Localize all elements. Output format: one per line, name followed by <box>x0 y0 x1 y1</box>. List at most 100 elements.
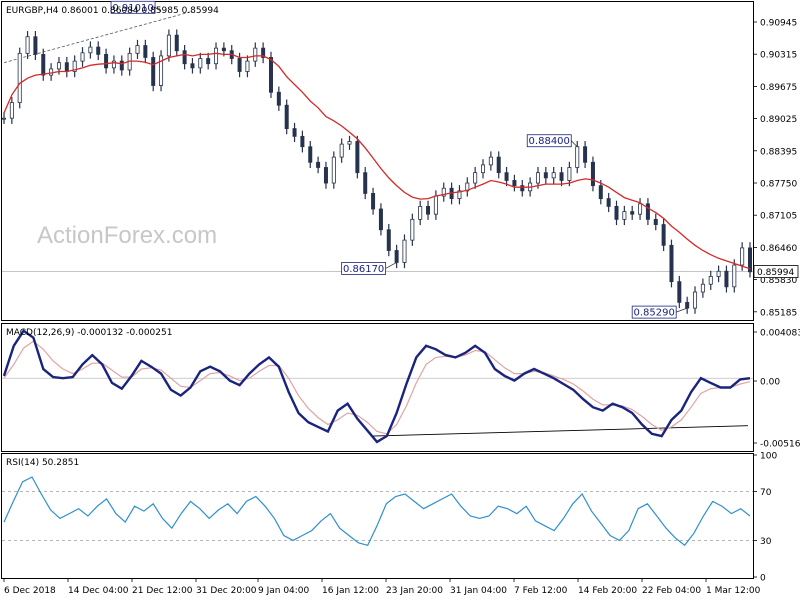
price-candle <box>245 55 250 78</box>
candle-body <box>473 172 478 184</box>
price-candle <box>41 48 46 81</box>
macd-series-layer <box>2 329 753 444</box>
rsi-axis-label: 100 <box>760 452 777 462</box>
candle-body <box>33 36 38 55</box>
price-candle <box>457 185 462 205</box>
price-candle <box>323 161 328 189</box>
price-candle <box>653 213 658 231</box>
price-candle <box>174 29 179 57</box>
price-candle <box>677 275 682 309</box>
candle-body <box>614 206 619 220</box>
price-candle <box>9 96 14 124</box>
price-candle <box>645 198 650 226</box>
rsi-panel-frame <box>1 453 754 579</box>
candle-body <box>308 146 313 163</box>
macd-axis-label: 0.00 <box>760 378 780 388</box>
price-candle <box>661 218 666 252</box>
price-candle <box>426 200 431 220</box>
price-series-layer: 0.910100.861700.884000.85290 <box>2 0 753 319</box>
x-axis-label: 31 Jan 04:00 <box>450 586 507 596</box>
price-candle <box>72 55 77 78</box>
candle-body <box>700 283 705 293</box>
candle-body <box>410 218 415 241</box>
candle-body <box>402 239 407 263</box>
macd-trendline <box>370 425 749 437</box>
x-axis-label: 9 Jan 04:00 <box>258 586 310 596</box>
candle-body <box>17 52 22 104</box>
price-candle <box>119 55 124 76</box>
price-candle <box>2 112 7 124</box>
candle-body <box>96 46 101 55</box>
x-axis-label: 31 Dec 20:00 <box>196 586 257 596</box>
price-candle <box>17 47 22 109</box>
candle-body <box>182 50 187 65</box>
price-axis-label: 0.86460 <box>760 244 797 254</box>
candle-body <box>9 102 14 119</box>
price-candle <box>316 156 321 174</box>
price-candle <box>331 151 336 189</box>
candle-body <box>677 281 682 303</box>
macd-panel-frame <box>1 323 754 452</box>
candle-body <box>638 203 643 215</box>
price-candle <box>111 55 116 74</box>
price-candle <box>253 42 258 67</box>
last-price-tag: 0.85994 <box>753 265 799 278</box>
price-candle <box>590 156 595 192</box>
macd-axis-label: 0.004083 <box>760 329 800 339</box>
candle-body <box>323 167 328 184</box>
candle-body <box>708 276 713 285</box>
candle-body <box>661 224 666 246</box>
candle-body <box>512 180 517 187</box>
price-candle <box>33 31 38 61</box>
price-candle <box>151 51 156 92</box>
candle-body <box>716 270 721 277</box>
annotation-leader <box>570 140 578 148</box>
candle-body <box>622 211 627 220</box>
price-candle <box>559 166 564 187</box>
x-axis-label: 6 Dec 2018 <box>4 586 56 596</box>
price-axis-label: 0.89025 <box>760 115 797 125</box>
price-candle <box>433 190 438 220</box>
price-candle <box>96 41 101 61</box>
candle-body <box>740 247 745 266</box>
candle-body <box>732 264 737 288</box>
symbol-label: EURGBP,H4 0.86001 0.86084 0.85985 0.8599… <box>6 6 219 16</box>
candle-body <box>543 172 548 179</box>
candle-body <box>645 203 650 220</box>
candle-body <box>339 143 344 158</box>
price-candle <box>748 242 753 278</box>
candle-body <box>504 172 509 181</box>
candle-body <box>363 172 368 194</box>
candle-body <box>347 141 352 145</box>
candle-body <box>378 208 383 231</box>
candle-body <box>221 47 226 52</box>
candle-body <box>119 60 124 71</box>
price-candle <box>214 42 219 70</box>
candle-body <box>135 45 140 54</box>
rsi-axis-label: 0 <box>760 574 766 584</box>
candle-body <box>606 198 611 207</box>
annotation-label: 0.86170 <box>343 264 384 275</box>
candle-body <box>2 117 7 120</box>
candle-body <box>80 52 85 62</box>
rsi-axis-label: 30 <box>760 537 772 547</box>
price-candle <box>512 174 517 192</box>
price-candle <box>300 130 305 153</box>
price-candle <box>716 265 721 283</box>
chart-canvas: 0.910100.861700.884000.85290 0.909450.90… <box>1 0 800 596</box>
macd-line <box>2 329 751 444</box>
price-candle <box>724 265 729 293</box>
price-candle <box>198 52 203 74</box>
candle-body <box>300 135 305 148</box>
price-candle <box>402 234 407 269</box>
candle-body <box>598 185 603 200</box>
candle-body <box>551 172 556 179</box>
candle-body <box>284 104 289 129</box>
price-candle <box>339 138 344 163</box>
candle-body <box>151 57 156 86</box>
price-candle <box>49 63 54 81</box>
price-axis-label: 0.85185 <box>760 308 797 318</box>
price-candle <box>473 166 478 189</box>
candle-body <box>214 47 219 65</box>
candle-body <box>394 250 399 263</box>
